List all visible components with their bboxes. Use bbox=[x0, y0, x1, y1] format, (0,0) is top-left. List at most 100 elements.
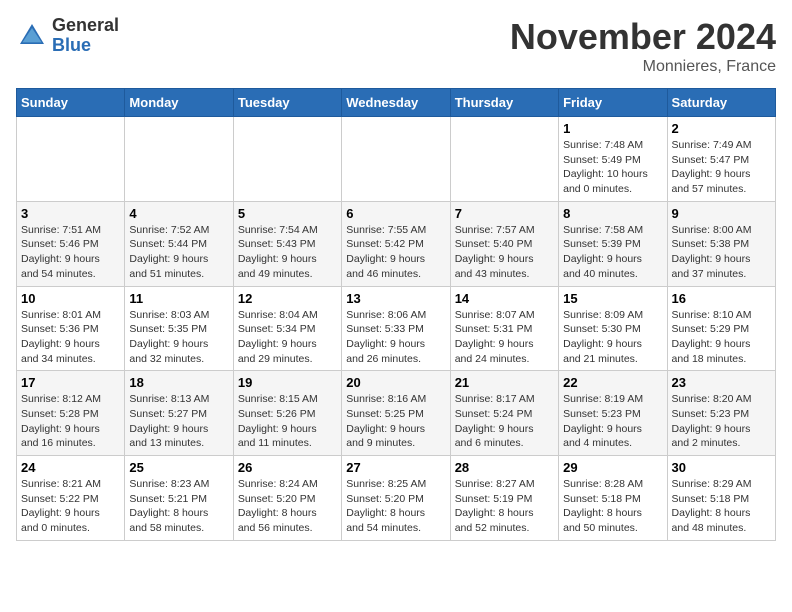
calendar-cell: 18 Sunrise: 8:13 AM Sunset: 5:27 PM Dayli… bbox=[125, 371, 233, 456]
calendar-table: SundayMondayTuesdayWednesdayThursdayFrid… bbox=[16, 88, 776, 541]
day-number: 11 bbox=[129, 291, 228, 306]
weekday-header-cell: Tuesday bbox=[233, 89, 341, 117]
day-info: Sunrise: 8:20 AM Sunset: 5:23 PM Dayligh… bbox=[672, 392, 771, 451]
calendar-week-row: 3 Sunrise: 7:51 AM Sunset: 5:46 PM Daylig… bbox=[17, 201, 776, 286]
day-info: Sunrise: 7:49 AM Sunset: 5:47 PM Dayligh… bbox=[672, 138, 771, 197]
calendar-cell: 12Sunrise: 8:04 AM Sunset: 5:34 PM Dayli… bbox=[233, 286, 341, 371]
weekday-header-row: SundayMondayTuesdayWednesdayThursdayFrid… bbox=[17, 89, 776, 117]
location: Monnieres, France bbox=[510, 58, 776, 76]
calendar-cell: 20 Sunrise: 8:16 AM Sunset: 5:25 PM Dayli… bbox=[342, 371, 450, 456]
day-number: 15 bbox=[563, 291, 662, 306]
logo-line2: Blue bbox=[52, 36, 119, 56]
calendar-cell: 28 Sunrise: 8:27 AM Sunset: 5:19 PM Dayli… bbox=[450, 456, 558, 541]
calendar-cell: 29 Sunrise: 8:28 AM Sunset: 5:18 PM Dayli… bbox=[559, 456, 667, 541]
day-number: 8 bbox=[563, 206, 662, 221]
calendar-cell: 13Sunrise: 8:06 AM Sunset: 5:33 PM Dayli… bbox=[342, 286, 450, 371]
logo-icon bbox=[16, 20, 48, 52]
day-info: Sunrise: 8:10 AM Sunset: 5:29 PM Dayligh… bbox=[672, 308, 771, 367]
day-number: 18 bbox=[129, 375, 228, 390]
calendar-cell bbox=[450, 117, 558, 202]
day-number: 17 bbox=[21, 375, 120, 390]
day-info: Sunrise: 7:51 AM Sunset: 5:46 PM Dayligh… bbox=[21, 223, 120, 282]
day-number: 21 bbox=[455, 375, 554, 390]
day-number: 27 bbox=[346, 460, 445, 475]
day-info: Sunrise: 8:25 AM Sunset: 5:20 PM Dayligh… bbox=[346, 477, 445, 536]
calendar-cell: 9 Sunrise: 8:00 AM Sunset: 5:38 PM Daylig… bbox=[667, 201, 775, 286]
weekday-header-cell: Friday bbox=[559, 89, 667, 117]
day-number: 7 bbox=[455, 206, 554, 221]
calendar-cell: 26Sunrise: 8:24 AM Sunset: 5:20 PM Dayli… bbox=[233, 456, 341, 541]
day-info: Sunrise: 7:48 AM Sunset: 5:49 PM Dayligh… bbox=[563, 138, 662, 197]
calendar-cell: 27 Sunrise: 8:25 AM Sunset: 5:20 PM Dayli… bbox=[342, 456, 450, 541]
calendar-cell: 24 Sunrise: 8:21 AM Sunset: 5:22 PM Dayli… bbox=[17, 456, 125, 541]
calendar-cell: 22Sunrise: 8:19 AM Sunset: 5:23 PM Dayli… bbox=[559, 371, 667, 456]
day-info: Sunrise: 8:23 AM Sunset: 5:21 PM Dayligh… bbox=[129, 477, 228, 536]
calendar-cell: 6 Sunrise: 7:55 AM Sunset: 5:42 PM Daylig… bbox=[342, 201, 450, 286]
calendar-body: 1Sunrise: 7:48 AM Sunset: 5:49 PM Daylig… bbox=[17, 117, 776, 541]
day-info: Sunrise: 7:57 AM Sunset: 5:40 PM Dayligh… bbox=[455, 223, 554, 282]
calendar-cell bbox=[342, 117, 450, 202]
weekday-header-cell: Thursday bbox=[450, 89, 558, 117]
calendar-cell: 4Sunrise: 7:52 AM Sunset: 5:44 PM Daylig… bbox=[125, 201, 233, 286]
day-number: 24 bbox=[21, 460, 120, 475]
day-info: Sunrise: 8:16 AM Sunset: 5:25 PM Dayligh… bbox=[346, 392, 445, 451]
day-info: Sunrise: 8:04 AM Sunset: 5:34 PM Dayligh… bbox=[238, 308, 337, 367]
calendar-cell bbox=[125, 117, 233, 202]
day-info: Sunrise: 8:00 AM Sunset: 5:38 PM Dayligh… bbox=[672, 223, 771, 282]
calendar-week-row: 17 Sunrise: 8:12 AM Sunset: 5:28 PM Dayli… bbox=[17, 371, 776, 456]
day-number: 20 bbox=[346, 375, 445, 390]
page-header: General Blue November 2024 Monnieres, Fr… bbox=[16, 16, 776, 76]
day-info: Sunrise: 7:55 AM Sunset: 5:42 PM Dayligh… bbox=[346, 223, 445, 282]
day-info: Sunrise: 8:12 AM Sunset: 5:28 PM Dayligh… bbox=[21, 392, 120, 451]
calendar-cell: 30Sunrise: 8:29 AM Sunset: 5:18 PM Dayli… bbox=[667, 456, 775, 541]
day-info: Sunrise: 8:13 AM Sunset: 5:27 PM Dayligh… bbox=[129, 392, 228, 451]
day-number: 16 bbox=[672, 291, 771, 306]
day-info: Sunrise: 8:01 AM Sunset: 5:36 PM Dayligh… bbox=[21, 308, 120, 367]
calendar-cell: 2Sunrise: 7:49 AM Sunset: 5:47 PM Daylig… bbox=[667, 117, 775, 202]
calendar-cell: 16 Sunrise: 8:10 AM Sunset: 5:29 PM Dayli… bbox=[667, 286, 775, 371]
weekday-header-cell: Sunday bbox=[17, 89, 125, 117]
calendar-week-row: 10 Sunrise: 8:01 AM Sunset: 5:36 PM Dayli… bbox=[17, 286, 776, 371]
day-number: 6 bbox=[346, 206, 445, 221]
calendar-header: SundayMondayTuesdayWednesdayThursdayFrid… bbox=[17, 89, 776, 117]
day-info: Sunrise: 8:15 AM Sunset: 5:26 PM Dayligh… bbox=[238, 392, 337, 451]
weekday-header-cell: Wednesday bbox=[342, 89, 450, 117]
day-info: Sunrise: 8:21 AM Sunset: 5:22 PM Dayligh… bbox=[21, 477, 120, 536]
calendar-cell: 3 Sunrise: 7:51 AM Sunset: 5:46 PM Daylig… bbox=[17, 201, 125, 286]
day-number: 25 bbox=[129, 460, 228, 475]
calendar-cell: 7 Sunrise: 7:57 AM Sunset: 5:40 PM Daylig… bbox=[450, 201, 558, 286]
day-number: 4 bbox=[129, 206, 228, 221]
weekday-header-cell: Saturday bbox=[667, 89, 775, 117]
day-number: 10 bbox=[21, 291, 120, 306]
day-info: Sunrise: 7:54 AM Sunset: 5:43 PM Dayligh… bbox=[238, 223, 337, 282]
logo: General Blue bbox=[16, 16, 119, 56]
calendar-cell: 8Sunrise: 7:58 AM Sunset: 5:39 PM Daylig… bbox=[559, 201, 667, 286]
day-info: Sunrise: 8:27 AM Sunset: 5:19 PM Dayligh… bbox=[455, 477, 554, 536]
calendar-cell: 5 Sunrise: 7:54 AM Sunset: 5:43 PM Daylig… bbox=[233, 201, 341, 286]
day-info: Sunrise: 8:07 AM Sunset: 5:31 PM Dayligh… bbox=[455, 308, 554, 367]
logo-line1: General bbox=[52, 16, 119, 36]
calendar-week-row: 24 Sunrise: 8:21 AM Sunset: 5:22 PM Dayli… bbox=[17, 456, 776, 541]
day-number: 23 bbox=[672, 375, 771, 390]
day-number: 19 bbox=[238, 375, 337, 390]
day-number: 28 bbox=[455, 460, 554, 475]
day-info: Sunrise: 8:09 AM Sunset: 5:30 PM Dayligh… bbox=[563, 308, 662, 367]
day-info: Sunrise: 8:17 AM Sunset: 5:24 PM Dayligh… bbox=[455, 392, 554, 451]
calendar-cell: 19 Sunrise: 8:15 AM Sunset: 5:26 PM Dayli… bbox=[233, 371, 341, 456]
day-number: 3 bbox=[21, 206, 120, 221]
weekday-header-cell: Monday bbox=[125, 89, 233, 117]
calendar-week-row: 1Sunrise: 7:48 AM Sunset: 5:49 PM Daylig… bbox=[17, 117, 776, 202]
calendar-cell: 1Sunrise: 7:48 AM Sunset: 5:49 PM Daylig… bbox=[559, 117, 667, 202]
day-number: 9 bbox=[672, 206, 771, 221]
day-number: 22 bbox=[563, 375, 662, 390]
day-info: Sunrise: 8:29 AM Sunset: 5:18 PM Dayligh… bbox=[672, 477, 771, 536]
day-number: 14 bbox=[455, 291, 554, 306]
calendar-cell: 14 Sunrise: 8:07 AM Sunset: 5:31 PM Dayli… bbox=[450, 286, 558, 371]
calendar-cell: 21 Sunrise: 8:17 AM Sunset: 5:24 PM Dayli… bbox=[450, 371, 558, 456]
day-info: Sunrise: 8:28 AM Sunset: 5:18 PM Dayligh… bbox=[563, 477, 662, 536]
day-number: 29 bbox=[563, 460, 662, 475]
calendar-cell: 15 Sunrise: 8:09 AM Sunset: 5:30 PM Dayli… bbox=[559, 286, 667, 371]
day-info: Sunrise: 8:03 AM Sunset: 5:35 PM Dayligh… bbox=[129, 308, 228, 367]
day-number: 5 bbox=[238, 206, 337, 221]
calendar-cell bbox=[17, 117, 125, 202]
